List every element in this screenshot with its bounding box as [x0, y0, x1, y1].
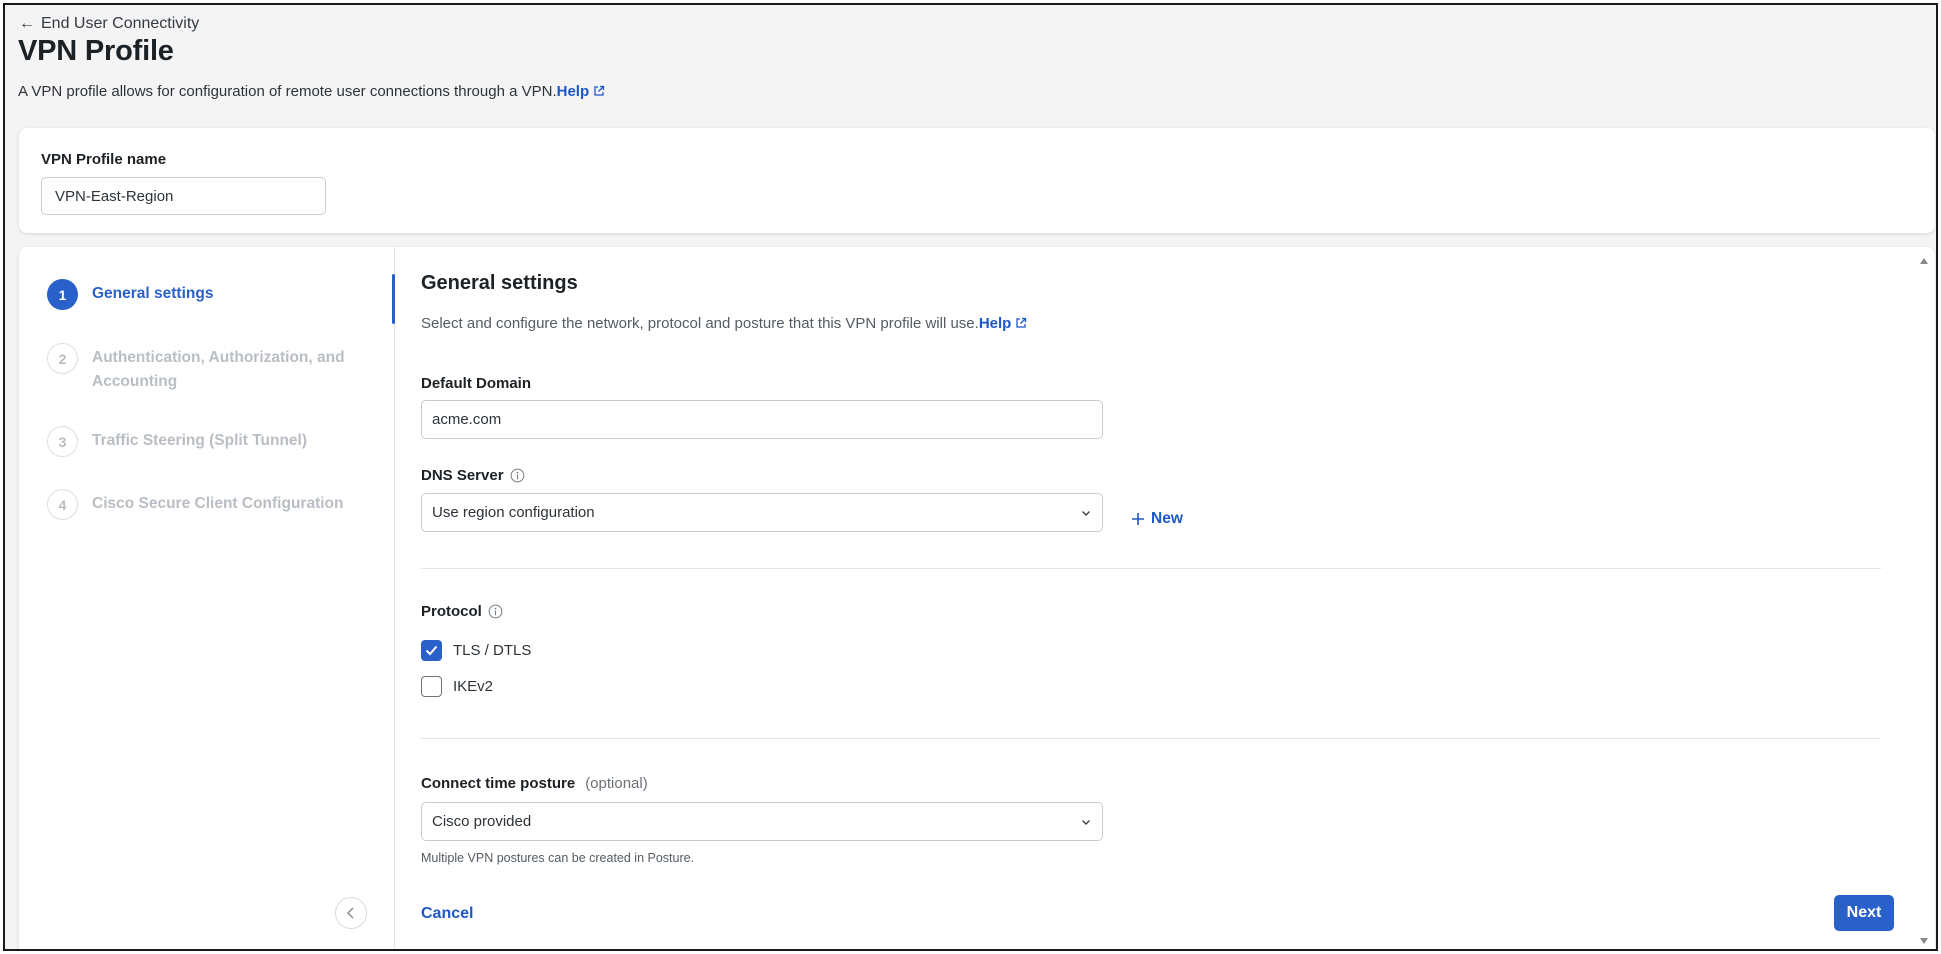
step-secure-client[interactable]: 4 Cisco Secure Client Configuration — [47, 489, 372, 520]
posture-label-text: Connect time posture — [421, 775, 576, 792]
plus-icon — [1132, 513, 1144, 525]
wizard-card: 1 General settings 2 Authentication, Aut… — [19, 247, 1935, 949]
back-link[interactable]: ← End User Connectivity — [19, 15, 199, 33]
step-number: 1 — [47, 279, 78, 310]
next-button[interactable]: Next — [1834, 895, 1894, 931]
checkmark-icon — [425, 645, 438, 656]
protocol-label-text: Protocol — [421, 603, 482, 620]
app-frame: ← End User Connectivity VPN Profile A VP… — [3, 3, 1938, 951]
chevron-left-icon — [346, 907, 354, 919]
default-domain-input[interactable] — [421, 400, 1103, 439]
section-help-label: Help — [978, 315, 1012, 332]
scroll-up-arrow-icon[interactable] — [1919, 257, 1929, 265]
vertical-scrollbar[interactable] — [1913, 247, 1935, 949]
header-help-link[interactable]: Help — [557, 83, 606, 100]
protocol-option-tls-dtls[interactable]: TLS / DTLS — [421, 640, 531, 661]
scroll-down-arrow-icon[interactable] — [1919, 937, 1929, 945]
step-label: General settings — [92, 285, 214, 302]
step-number: 4 — [47, 489, 78, 520]
external-link-icon — [594, 85, 605, 96]
collapse-sidebar-button[interactable] — [335, 897, 367, 929]
info-icon[interactable] — [510, 468, 525, 483]
section-divider — [421, 738, 1881, 739]
section-title: General settings — [421, 272, 578, 294]
default-domain-label-text: Default Domain — [421, 375, 532, 392]
dns-server-select[interactable]: Use region configuration — [421, 493, 1103, 532]
step-label: Traffic Steering (Split Tunnel) — [92, 432, 308, 449]
profile-name-input[interactable] — [41, 177, 326, 215]
posture-hint: Multiple VPN postures can be created in … — [421, 851, 695, 865]
dns-server-value: Use region configuration — [432, 504, 595, 521]
tls-dtls-label: TLS / DTLS — [453, 642, 532, 659]
optional-tag: (optional) — [585, 775, 648, 792]
step-number: 3 — [47, 426, 78, 457]
chevron-down-icon — [1082, 510, 1090, 516]
add-dns-server-button[interactable]: New — [1131, 510, 1183, 528]
wizard-stepper: 1 General settings 2 Authentication, Aut… — [19, 247, 395, 949]
profile-name-card: VPN Profile name — [19, 128, 1935, 233]
cancel-button[interactable]: Cancel — [421, 905, 473, 923]
external-link-icon — [1016, 317, 1027, 328]
step-number: 2 — [47, 343, 78, 374]
default-domain-label: Default Domain — [421, 375, 531, 392]
page-title: VPN Profile — [18, 35, 174, 67]
page-description-text: A VPN profile allows for configuration o… — [18, 83, 557, 100]
step-aaa[interactable]: 2 Authentication, Authorization, and Acc… — [47, 343, 372, 394]
step-label: Authentication, Authorization, and Accou… — [92, 349, 345, 390]
protocol-label: Protocol — [421, 603, 503, 620]
posture-select[interactable]: Cisco provided — [421, 802, 1103, 841]
posture-value: Cisco provided — [432, 813, 532, 830]
section-description: Select and configure the network, protoc… — [421, 315, 1027, 332]
step-general-settings[interactable]: 1 General settings — [47, 279, 213, 310]
section-divider — [421, 568, 1881, 569]
section-description-text: Select and configure the network, protoc… — [421, 315, 979, 332]
chevron-down-icon — [1082, 819, 1090, 825]
page-description: A VPN profile allows for configuration o… — [18, 83, 605, 100]
protocol-option-ikev2[interactable]: IKEv2 — [421, 676, 493, 697]
arrow-left-icon: ← — [19, 15, 35, 32]
posture-label: Connect time posture (optional) — [421, 775, 648, 792]
header-help-label: Help — [556, 83, 590, 100]
step-traffic-steering[interactable]: 3 Traffic Steering (Split Tunnel) — [47, 426, 372, 457]
active-step-indicator — [392, 274, 395, 324]
info-icon[interactable] — [488, 604, 503, 619]
profile-name-label: VPN Profile name — [41, 151, 167, 168]
section-help-link[interactable]: Help — [979, 315, 1028, 332]
step-label: Cisco Secure Client Configuration — [92, 495, 344, 512]
ikev2-label: IKEv2 — [453, 678, 494, 695]
general-settings-panel: General settings Select and configure th… — [421, 247, 1935, 949]
dns-server-label: DNS Server — [421, 467, 525, 484]
ikev2-checkbox[interactable] — [421, 676, 442, 697]
back-link-label: End User Connectivity — [41, 15, 200, 32]
tls-dtls-checkbox[interactable] — [421, 640, 442, 661]
add-dns-server-label: New — [1151, 510, 1183, 527]
dns-server-label-text: DNS Server — [421, 467, 504, 484]
